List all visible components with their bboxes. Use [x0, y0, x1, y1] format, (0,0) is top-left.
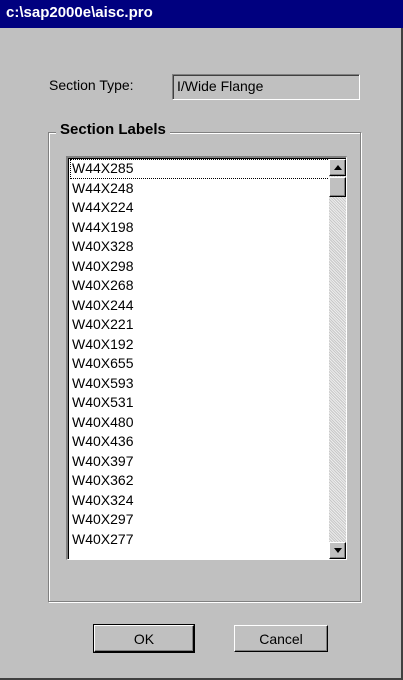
arrow-down-icon — [333, 548, 342, 553]
section-type-label: Section Type: — [49, 77, 134, 93]
list-item[interactable]: W40X655 — [70, 354, 330, 374]
list-item[interactable]: W40X480 — [70, 413, 330, 433]
list-item[interactable]: W40X324 — [70, 491, 330, 511]
list-item[interactable]: W40X277 — [70, 530, 330, 550]
dialog-window: c:\sap2000e\aisc.pro Section Type: I/Wid… — [0, 0, 403, 680]
scroll-down-button[interactable] — [329, 542, 346, 559]
list-item[interactable]: W40X244 — [70, 296, 330, 316]
cancel-button[interactable]: Cancel — [234, 625, 328, 652]
vertical-scrollbar[interactable] — [329, 159, 346, 559]
list-item[interactable]: W40X298 — [70, 257, 330, 277]
list-item[interactable]: W40X362 — [70, 471, 330, 491]
window-title: c:\sap2000e\aisc.pro — [6, 4, 153, 21]
list-item[interactable]: W44X248 — [70, 179, 330, 199]
list-item[interactable]: W40X436 — [70, 432, 330, 452]
ok-button[interactable]: OK — [93, 624, 195, 653]
scroll-up-button[interactable] — [329, 159, 346, 176]
section-labels-listbox[interactable]: W44X285 W44X248 W44X224 W44X198 W40X328 … — [66, 156, 347, 560]
list-item[interactable]: W40X268 — [70, 276, 330, 296]
arrow-up-icon — [333, 165, 342, 170]
scroll-thumb[interactable] — [329, 177, 346, 197]
list-item[interactable]: W40X221 — [70, 315, 330, 335]
section-labels-list: W44X285 W44X248 W44X224 W44X198 W40X328 … — [70, 159, 330, 549]
list-item[interactable]: W40X328 — [70, 237, 330, 257]
section-labels-heading: Section Labels — [56, 121, 170, 138]
list-item[interactable]: W40X531 — [70, 393, 330, 413]
list-item[interactable]: W40X192 — [70, 335, 330, 355]
list-item[interactable]: W44X198 — [70, 218, 330, 238]
list-item[interactable]: W44X224 — [70, 198, 330, 218]
list-item[interactable]: W44X285 — [70, 159, 330, 179]
list-item[interactable]: W40X297 — [70, 510, 330, 530]
title-bar: c:\sap2000e\aisc.pro — [0, 0, 403, 28]
list-item[interactable]: W40X593 — [70, 374, 330, 394]
section-type-field: I/Wide Flange — [172, 74, 360, 100]
list-item[interactable]: W40X397 — [70, 452, 330, 472]
